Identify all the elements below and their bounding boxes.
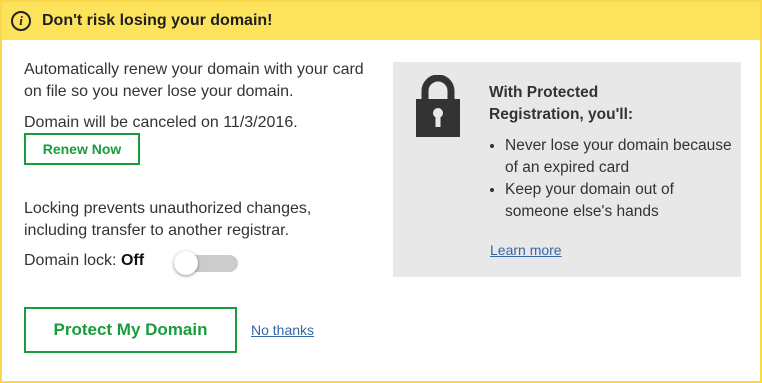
side-title-line1: With Protected (489, 84, 599, 101)
domain-lock-label-text: Domain lock: (24, 252, 117, 269)
domain-lock-label: Domain lock: Off (24, 252, 144, 270)
toggle-knob (174, 251, 198, 275)
cancel-notice: Domain will be canceled on 11/3/2016. (24, 114, 298, 131)
header-title: Don't risk losing your domain! (42, 12, 273, 29)
protect-my-domain-button[interactable]: Protect My Domain (24, 307, 237, 353)
panel-header: i Don't risk losing your domain! (2, 2, 760, 40)
protected-registration-box: With Protected Registration, you'll: Nev… (393, 62, 741, 277)
lock-description-line1: Locking prevents unauthorized changes, (24, 200, 312, 217)
renew-description-line1: Automatically renew your domain with you… (24, 61, 364, 78)
domain-lock-state: Off (120, 252, 145, 269)
list-item: Keep your domain out of someone else's h… (505, 179, 735, 223)
lock-description-line2: including transfer to another registrar. (24, 222, 290, 239)
renew-now-button[interactable]: Renew Now (24, 133, 140, 165)
side-title: With Protected Registration, you'll: (489, 82, 633, 126)
info-icon: i (11, 11, 31, 31)
padlock-icon (416, 75, 460, 137)
domain-protection-panel: i Don't risk losing your domain! Automat… (0, 0, 762, 383)
domain-lock-toggle[interactable] (174, 251, 238, 275)
side-title-line2: Registration, you'll: (489, 106, 634, 123)
list-item: Never lose your domain because of an exp… (505, 135, 735, 179)
no-thanks-link[interactable]: No thanks (251, 322, 314, 338)
learn-more-link[interactable]: Learn more (490, 242, 562, 258)
benefits-list: Never lose your domain because of an exp… (490, 135, 735, 223)
renew-description-line2: on file so you never lose your domain. (24, 83, 294, 100)
